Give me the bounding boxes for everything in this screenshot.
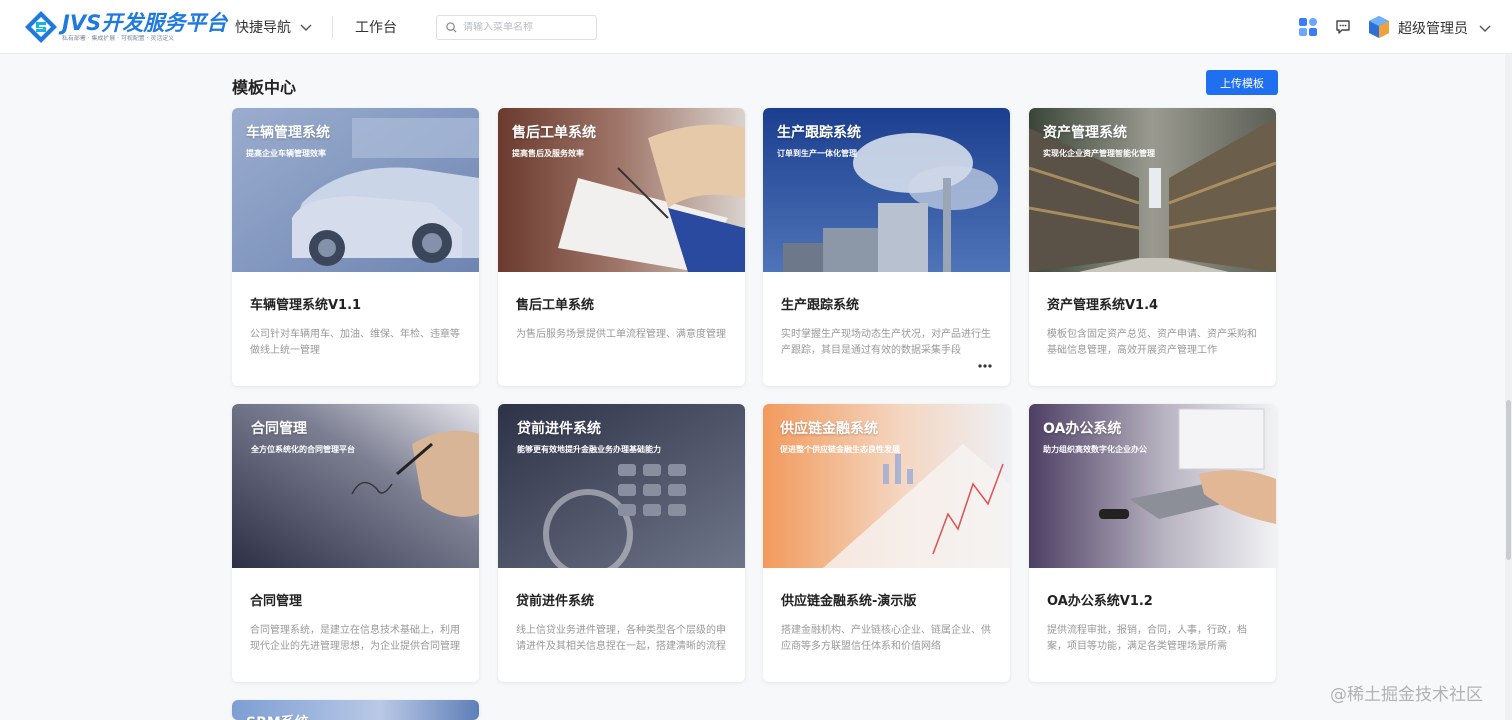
nav-divider bbox=[332, 16, 333, 38]
template-card-after-sales[interactable]: 售后工单系统 提高售后及服务效率 售后工单系统 为售后服务场景提供工单流程管理、… bbox=[498, 108, 745, 386]
card-banner: 贷前进件系统 能够更有效地提升金融业务办理基础能力 bbox=[498, 404, 745, 568]
card-banner-title: 资产管理系统 bbox=[1043, 125, 1127, 141]
card-banner-title: 贷前进件系统 bbox=[517, 421, 601, 437]
template-card-supply-chain[interactable]: 供应链金融系统 促进整个供应链金融生态良性发展 供应链金融系统-演示版 搭建金融… bbox=[763, 404, 1010, 682]
template-card-asset[interactable]: 资产管理系统 实现化企业资产管理智能化管理 资产管理系统V1.4 模板包含固定资… bbox=[1029, 108, 1276, 386]
quick-nav-menu[interactable]: 快捷导航 bbox=[235, 17, 313, 37]
card-description: 搭建金融机构、产业链核心企业、链属企业、供应商等多方联盟信任体系和价值网络 bbox=[781, 625, 991, 652]
upload-template-button[interactable]: 上传模板 bbox=[1206, 70, 1278, 95]
card-description: 实时掌握生产现场动态生产状况，对产品进行生产跟踪，其目是通过有效的数据采集手段 bbox=[781, 329, 991, 356]
card-banner-subtitle: 提高售后及服务效率 bbox=[512, 149, 584, 158]
scrollbar-thumb[interactable] bbox=[1506, 400, 1511, 560]
card-description: 线上信贷业务进件管理，各种类型各个层级的申请进件及其相关信息捏在一起，搭建清晰的… bbox=[516, 625, 726, 652]
user-name: 超级管理员 bbox=[1398, 21, 1468, 37]
card-banner: 资产管理系统 实现化企业资产管理智能化管理 bbox=[1029, 108, 1276, 272]
card-banner-title: 售后工单系统 bbox=[512, 125, 596, 141]
card-banner-title: SRM系统 bbox=[246, 712, 309, 720]
template-card-loan[interactable]: 贷前进件系统 能够更有效地提升金融业务办理基础能力 贷前进件系统 线上信贷业务进… bbox=[498, 404, 745, 682]
card-banner-subtitle: 能够更有效地提升金融业务办理基础能力 bbox=[517, 445, 661, 454]
card-banner: 售后工单系统 提高售后及服务效率 bbox=[498, 108, 745, 272]
scrollbar-track[interactable] bbox=[1505, 54, 1512, 720]
card-banner: OA办公系统 助力组织高效数字化企业办公 bbox=[1029, 404, 1276, 568]
search-icon bbox=[446, 22, 457, 33]
user-menu[interactable]: 超级管理员 bbox=[1398, 18, 1492, 38]
card-banner: 车辆管理系统 提高企业车辆管理效率 bbox=[232, 108, 479, 272]
logo[interactable]: JVS开发服务平台 私有部署 · 集成扩展 · 可视配置 · 灵活定义 bbox=[24, 8, 227, 46]
card-description: 模板包含固定资产总览、资产申请、资产采购和基础信息管理，高效开展资产管理工作 bbox=[1047, 329, 1257, 356]
card-title: 供应链金融系统-演示版 bbox=[781, 594, 917, 609]
logo-subtitle: 私有部署 · 集成扩展 · 可视配置 · 灵活定义 bbox=[62, 34, 175, 42]
card-title: 合同管理 bbox=[250, 594, 303, 609]
apps-grid-icon[interactable] bbox=[1298, 17, 1318, 37]
template-card-srm[interactable]: SRM系统 bbox=[232, 700, 479, 720]
logo-title: JVS开发服务平台 bbox=[62, 10, 228, 35]
page-title: 模板中心 bbox=[232, 78, 297, 97]
card-banner: 合同管理 全方位系统化的合同管理平台 bbox=[232, 404, 479, 568]
card-banner: 生产跟踪系统 订单到生产一体化管理 bbox=[763, 108, 1010, 272]
card-banner-subtitle: 促进整个供应链金融生态良性发展 bbox=[780, 445, 900, 454]
card-banner: 供应链金融系统 促进整个供应链金融生态良性发展 bbox=[763, 404, 1010, 568]
card-description: 合同管理系统，是建立在信息技术基础上，利用现代企业的先进管理思想，为企业提供合同… bbox=[250, 625, 460, 652]
card-banner: SRM系统 bbox=[232, 700, 479, 720]
template-card-production[interactable]: 生产跟踪系统 订单到生产一体化管理 生产跟踪系统 实时掌握生产现场动态生产状况，… bbox=[763, 108, 1010, 386]
chevron-down-icon bbox=[300, 24, 312, 31]
template-card-contract[interactable]: 合同管理 全方位系统化的合同管理平台 合同管理 合同管理系统，是建立在信息技术基… bbox=[232, 404, 479, 682]
card-banner-title: 合同管理 bbox=[251, 421, 307, 437]
card-title: 贷前进件系统 bbox=[516, 594, 595, 609]
card-description: 提供流程审批，报销，合同，人事，行政，档案，项目等功能，满足各类管理场景所需 bbox=[1047, 625, 1247, 652]
menu-search[interactable] bbox=[436, 15, 597, 40]
top-header: JVS开发服务平台 私有部署 · 集成扩展 · 可视配置 · 灵活定义 快捷导航… bbox=[0, 0, 1512, 54]
template-card-vehicle[interactable]: 车辆管理系统 提高企业车辆管理效率 车辆管理系统V1.1 公司针对车辆用车、加油… bbox=[232, 108, 479, 386]
watermark: @稀土掘金技术社区 bbox=[1330, 685, 1483, 705]
card-banner-title: 供应链金融系统 bbox=[780, 421, 878, 437]
card-banner-subtitle: 提高企业车辆管理效率 bbox=[246, 149, 326, 158]
card-banner-subtitle: 助力组织高效数字化企业办公 bbox=[1043, 445, 1147, 454]
card-banner-title: OA办公系统 bbox=[1043, 421, 1122, 437]
logo-icon bbox=[24, 10, 58, 44]
search-input[interactable] bbox=[463, 22, 583, 33]
quick-nav-label: 快捷导航 bbox=[235, 20, 291, 36]
card-banner-subtitle: 订单到生产一体化管理 bbox=[777, 149, 857, 158]
card-banner-subtitle: 全方位系统化的合同管理平台 bbox=[251, 445, 355, 454]
card-description: 公司针对车辆用车、加油、维保、年检、违章等做线上统一管理 bbox=[250, 329, 460, 356]
workbench-link[interactable]: 工作台 bbox=[355, 17, 397, 37]
card-description: 为售后服务场景提供工单流程管理、满意度管理 bbox=[516, 329, 726, 340]
chevron-down-icon bbox=[1479, 25, 1491, 32]
avatar[interactable] bbox=[1368, 15, 1390, 39]
more-options-icon[interactable] bbox=[977, 362, 993, 370]
card-title: 车辆管理系统V1.1 bbox=[250, 298, 362, 313]
card-banner-title: 车辆管理系统 bbox=[246, 125, 330, 141]
card-title: 资产管理系统V1.4 bbox=[1047, 298, 1159, 313]
card-title: OA办公系统V1.2 bbox=[1047, 594, 1153, 609]
message-icon[interactable] bbox=[1334, 18, 1352, 36]
card-title: 售后工单系统 bbox=[516, 298, 595, 313]
template-card-oa[interactable]: OA办公系统 助力组织高效数字化企业办公 OA办公系统V1.2 提供流程审批，报… bbox=[1029, 404, 1276, 682]
card-banner-subtitle: 实现化企业资产管理智能化管理 bbox=[1043, 149, 1155, 158]
card-title: 生产跟踪系统 bbox=[781, 298, 860, 313]
card-banner-title: 生产跟踪系统 bbox=[777, 125, 861, 141]
